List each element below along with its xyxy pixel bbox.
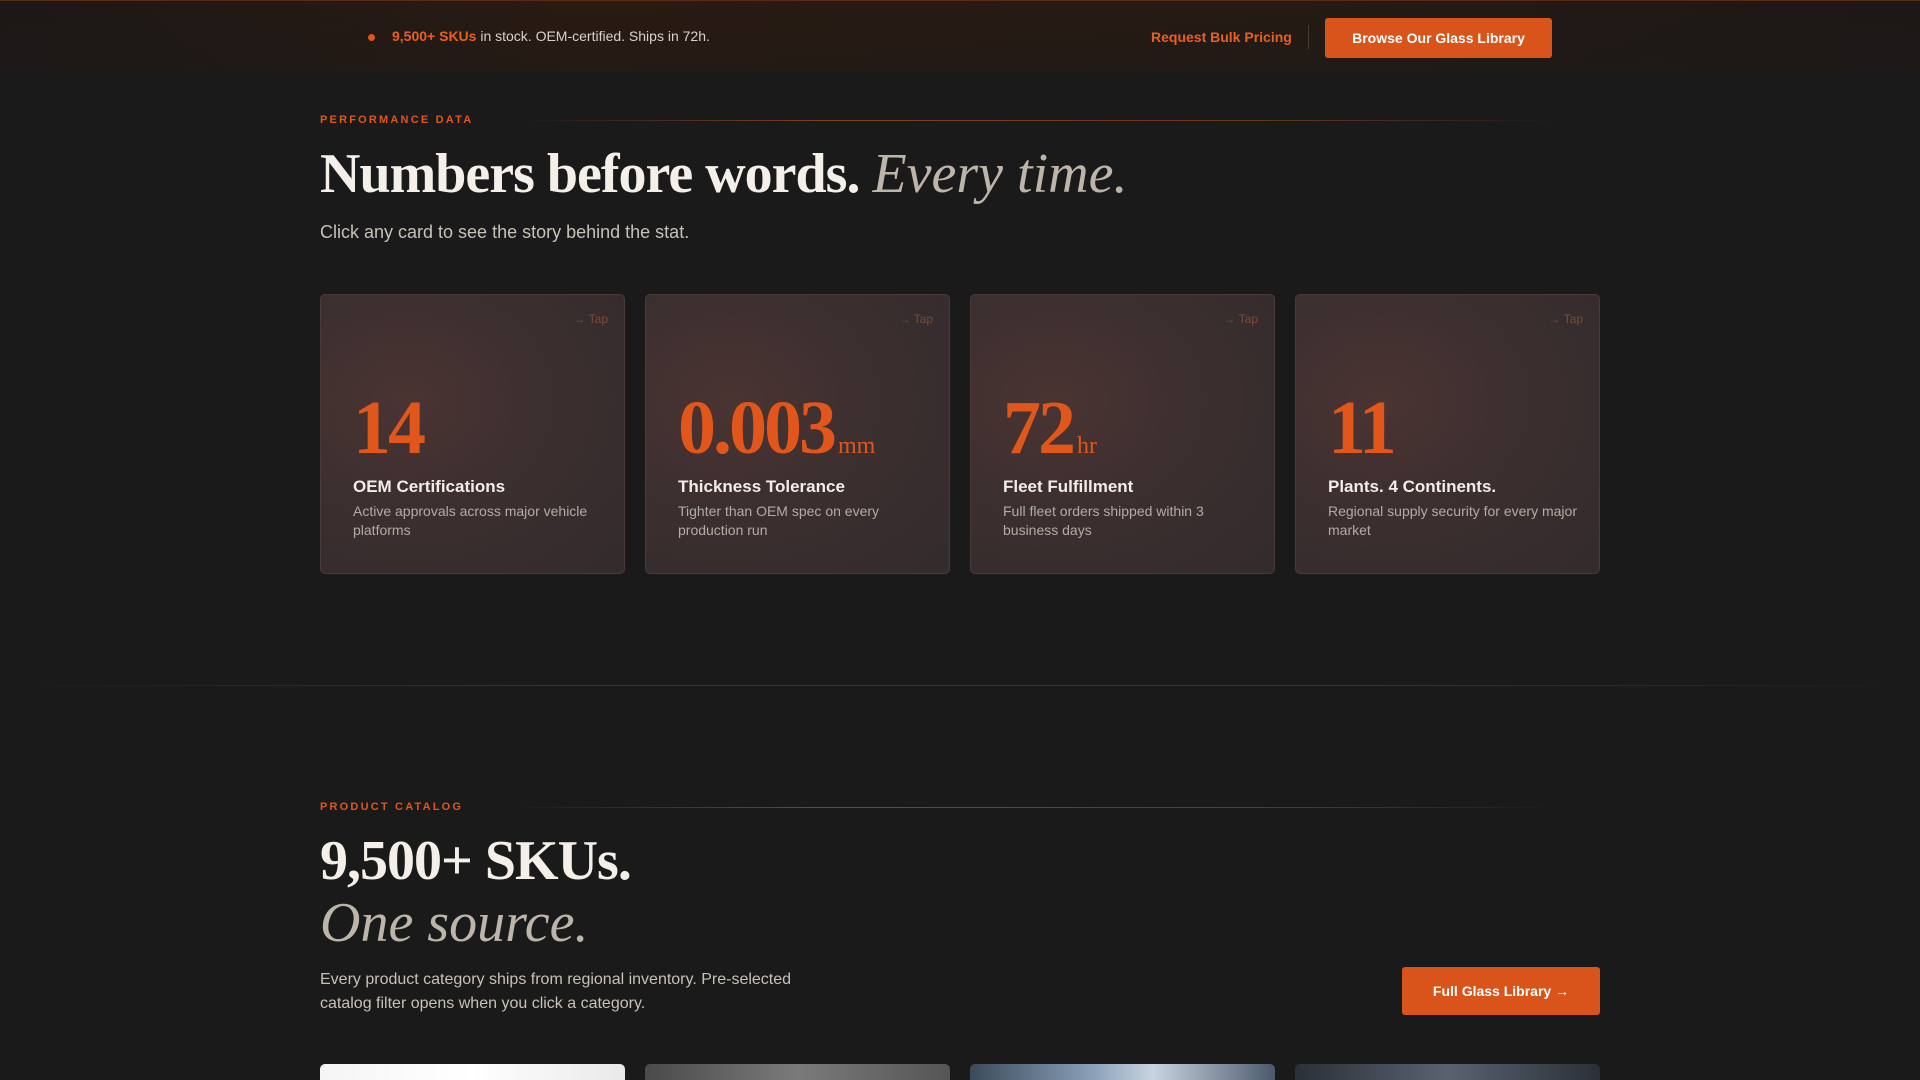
stat-number: 14	[353, 386, 426, 470]
performance-headline: Numbers before words. Every time.	[320, 142, 1127, 206]
stock-message: 9,500+ SKUs in stock. OEM-certified. Shi…	[392, 28, 710, 44]
request-bulk-pricing-link[interactable]: Request Bulk Pricing	[1151, 29, 1292, 45]
announcement-bar: 9,500+ SKUs in stock. OEM-certified. Shi…	[0, 0, 1920, 73]
section-divider	[0, 685, 1920, 686]
tap-hint: → Tap	[898, 312, 933, 326]
announcement-bar-shade	[0, 1, 1920, 73]
category-card-thumbnail[interactable]	[645, 1064, 950, 1080]
performance-headline-italic: Every time.	[872, 143, 1128, 205]
stat-value: 11	[1328, 385, 1398, 472]
stat-number: 0.003	[678, 386, 837, 470]
stat-card-fleet-fulfillment[interactable]: → Tap 72 hr Fleet Fulfillment Full fleet …	[970, 294, 1275, 574]
catalog-headline: 9,500+ SKUs. One source.	[320, 830, 632, 954]
catalog-label-rule	[510, 807, 1560, 808]
stat-number: 72	[1003, 386, 1076, 470]
stat-card-thickness-tolerance[interactable]: → Tap 0.003 mm Thickness Tolerance Tighte…	[645, 294, 950, 574]
category-card-thumbnail[interactable]	[1295, 1064, 1600, 1080]
stat-card-oem-certifications[interactable]: → Tap 14 OEM Certifications Active appro…	[320, 294, 625, 574]
performance-subtext: Click any card to see the story behind t…	[320, 222, 690, 242]
stat-value: 0.003 mm	[678, 385, 875, 472]
stat-value: 72 hr	[1003, 385, 1097, 472]
catalog-section-label: PRODUCT CATALOG	[320, 801, 464, 813]
stat-title: OEM Certifications	[353, 477, 506, 496]
catalog-headline-main: 9,500+ SKUs.	[320, 830, 632, 892]
tap-hint: → Tap	[573, 312, 608, 326]
stock-message-rest: in stock. OEM-certified. Ships in 72h.	[476, 28, 710, 44]
stat-card-plants[interactable]: → Tap 11 Plants. 4 Continents. Regional …	[1295, 294, 1600, 574]
stat-description: Regional supply security for every major…	[1328, 503, 1577, 538]
stat-title: Thickness Tolerance	[678, 477, 845, 496]
category-card-thumbnail[interactable]	[970, 1064, 1275, 1080]
full-glass-library-button[interactable]: Full Glass Library →	[1402, 967, 1600, 1015]
stat-number: 11	[1328, 386, 1397, 470]
status-dot-icon	[368, 34, 375, 41]
stat-description: Tighter than OEM spec on every productio…	[678, 503, 880, 538]
performance-headline-main: Numbers before words.	[320, 143, 860, 205]
stock-highlight: 9,500+ SKUs	[392, 28, 477, 44]
stat-description: Full fleet orders shipped within 3 busin…	[1003, 503, 1204, 538]
topbar-divider	[1308, 25, 1309, 49]
stat-value: 14	[353, 385, 427, 472]
catalog-headline-italic: One source.	[320, 892, 589, 954]
stat-title: Plants. 4 Continents.	[1328, 477, 1497, 496]
category-card-thumbnail[interactable]	[320, 1064, 625, 1080]
catalog-description: Every product category ships from region…	[320, 971, 792, 1012]
tap-hint: → Tap	[1223, 312, 1258, 326]
browse-glass-library-button[interactable]: Browse Our Glass Library	[1325, 18, 1552, 58]
performance-label-rule	[520, 120, 1560, 121]
tap-hint: → Tap	[1548, 312, 1583, 326]
stat-unit: mm	[838, 433, 876, 459]
stat-description: Active approvals across major vehicle pl…	[353, 503, 588, 538]
stat-title: Fleet Fulfillment	[1003, 477, 1134, 496]
stat-unit: hr	[1077, 433, 1097, 459]
performance-section-label: PERFORMANCE DATA	[320, 114, 474, 126]
